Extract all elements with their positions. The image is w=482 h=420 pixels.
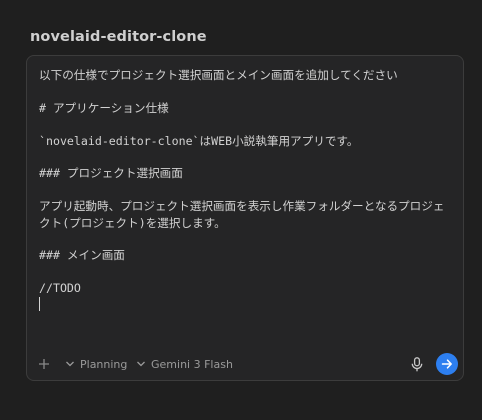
model-dropdown[interactable]: Gemini 3 Flash (136, 352, 233, 376)
send-button[interactable] (436, 353, 458, 375)
arrow-right-icon (441, 359, 452, 369)
microphone-icon (411, 356, 423, 371)
text-caret (39, 296, 40, 311)
model-label: Gemini 3 Flash (151, 357, 233, 371)
chevron-down-icon (137, 361, 145, 367)
mode-dropdown[interactable]: Planning (65, 352, 127, 376)
chevron-down-icon (66, 361, 74, 367)
plus-icon (39, 359, 49, 369)
composer-toolbar: Planning Gemini 3 Flash (27, 352, 463, 376)
prompt-textarea[interactable]: 以下の仕様でプロジェクト選択画面とメイン画面を追加してください # アプリケーシ… (39, 67, 453, 313)
mode-label: Planning (80, 357, 128, 371)
panel-title: novelaid-editor-clone (30, 29, 207, 45)
prompt-composer[interactable]: 以下の仕様でプロジェクト選択画面とメイン画面を追加してください # アプリケーシ… (26, 55, 464, 381)
voice-input-button[interactable] (411, 352, 423, 376)
agent-panel: novelaid-editor-clone 以下の仕様でプロジェクト選択画面とメ… (0, 0, 482, 420)
add-context-button[interactable] (38, 352, 50, 376)
prompt-text: 以下の仕様でプロジェクト選択画面とメイン画面を追加してください # アプリケーシ… (39, 68, 445, 296)
